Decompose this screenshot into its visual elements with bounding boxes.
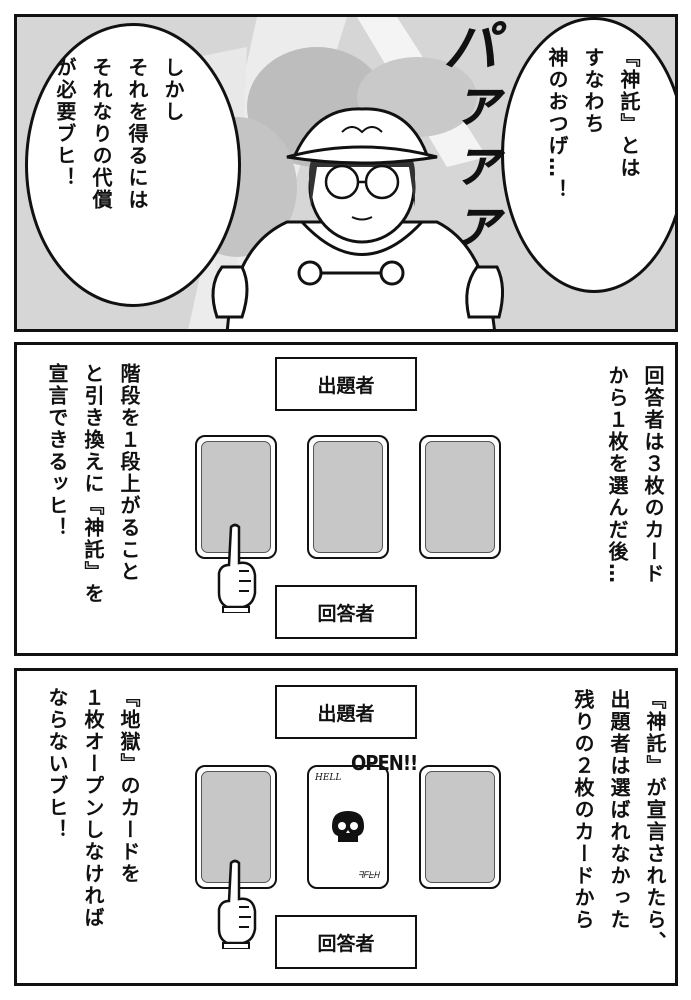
narration-left: 『地獄』のカードを １枚オープンしなければ ならないブヒ！ (45, 687, 141, 929)
sound-effect: パァァァ (433, 17, 498, 257)
pointing-hand-icon (217, 523, 257, 613)
narration-right: 回答者は３枚のカード から１枚を選んだ後… (605, 365, 665, 585)
panel-hell-card-open: 『神託』が宣言されたら、 出題者は選ばれなかった 残りの２枚のカードから 『地獄… (14, 668, 678, 986)
narration-left: 階段を１段上がること と引き換えに『神託』を 宣言できるッヒ！ (45, 363, 141, 605)
card-hell-open: HELL ᖷᖴᖶᕼ (307, 765, 389, 889)
card-right (419, 435, 501, 559)
pointing-hand-icon (217, 859, 257, 949)
open-label: OPEN!! (351, 751, 418, 775)
narration-right: 『神託』が宣言されたら、 出題者は選ばれなかった 残りの２枚のカードから (571, 689, 667, 953)
card-middle (307, 435, 389, 559)
bubble-left-text: しかし それを得るには それなりの代償 が必要ブヒ！ (53, 57, 185, 211)
answerer-label: 回答者 (275, 915, 417, 969)
skull-icon (332, 811, 364, 842)
panel-oracle-intro: しかし それを得るには それなりの代償 が必要ブヒ！ 『神託』とは すなわち 神… (14, 14, 678, 332)
questioner-label: 出題者 (275, 357, 417, 411)
answerer-label: 回答者 (275, 585, 417, 639)
card-right (419, 765, 501, 889)
card-bottom-text: ᖷᖴᖶᕼ (357, 871, 379, 881)
bubble-right-text: 『神託』とは すなわち 神のおつげ…！ (545, 47, 641, 201)
panel-card-selection: 回答者は３枚のカード から１枚を選んだ後… 階段を１段上がること と引き換えに『… (14, 342, 678, 656)
questioner-label: 出題者 (275, 685, 417, 739)
card-top-text: HELL (315, 773, 342, 783)
